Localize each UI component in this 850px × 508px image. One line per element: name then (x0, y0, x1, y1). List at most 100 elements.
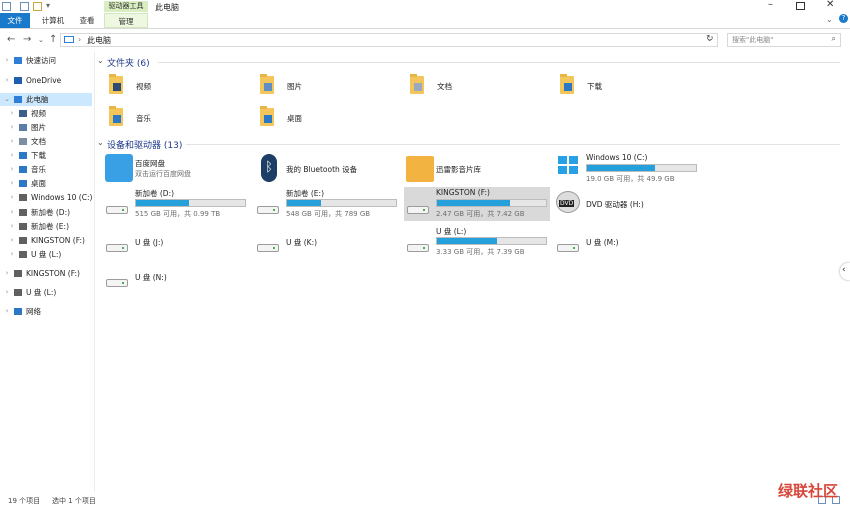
devices-section-header[interactable]: 设备和驱动器 (13) (107, 138, 182, 151)
recent-locations-icon[interactable]: ⌄ (38, 34, 44, 46)
properties-icon[interactable] (20, 2, 29, 11)
close-button[interactable]: ✕ (826, 0, 834, 10)
nav-item[interactable]: › 下载 (0, 149, 92, 162)
device-tile[interactable]: U 盘 (J:) (103, 225, 249, 259)
side-panel-toggle[interactable]: ‹ (840, 263, 850, 280)
search-icon[interactable]: ⌕ (832, 34, 836, 44)
device-tile[interactable]: Windows 10 (C:) 19.0 GB 可用，共 49.9 GB (554, 152, 700, 186)
chevron-right-icon[interactable]: › (8, 177, 16, 190)
device-tile[interactable]: KINGSTON (F:) 2.47 GB 可用，共 7.42 GB (404, 187, 550, 221)
device-tile[interactable]: 新加卷 (D:) 515 GB 可用，共 0.99 TB (103, 187, 249, 221)
nav-item[interactable]: › 网络 (0, 305, 92, 318)
tab-view[interactable]: 查看 (74, 13, 100, 28)
nav-item[interactable]: › 音乐 (0, 163, 92, 176)
up-button[interactable]: ↑ (49, 34, 57, 46)
device-tile[interactable]: U 盘 (M:) (554, 225, 700, 259)
nav-item[interactable]: › 新加卷 (D:) (0, 206, 92, 219)
nav-item-label: KINGSTON (F:) (31, 236, 85, 245)
nav-item[interactable]: › KINGSTON (F:) (0, 234, 92, 247)
chevron-right-icon[interactable]: › (8, 135, 16, 148)
device-tile[interactable]: DVD DVD 驱动器 (H:) (554, 187, 700, 221)
minimize-button[interactable]: – (768, 0, 773, 10)
drive-icon (19, 223, 27, 230)
capacity-bar-fill (437, 238, 497, 244)
device-subtext: 3.33 GB 可用，共 7.39 GB (436, 248, 525, 256)
forward-button[interactable]: → (23, 34, 31, 46)
chevron-right-icon[interactable]: › (3, 74, 11, 87)
chevron-right-icon[interactable]: › (8, 220, 16, 233)
usb-drive-icon (106, 279, 128, 287)
nav-item[interactable]: ⌄ 此电脑 (0, 93, 92, 106)
chevron-right-icon[interactable]: › (8, 248, 16, 261)
device-tile[interactable]: U 盘 (N:) (103, 260, 249, 294)
folder-tile[interactable]: 音乐 (107, 104, 247, 132)
desktop-folder-icon (19, 180, 27, 187)
tab-computer[interactable]: 计算机 (36, 13, 70, 28)
nav-item[interactable]: › 视频 (0, 107, 92, 120)
nav-item-label: 音乐 (31, 165, 46, 174)
usb-drive-icon (557, 244, 579, 252)
chevron-right-icon[interactable]: › (8, 191, 16, 204)
selected-count: 选中 1 个项目 (52, 497, 96, 505)
window-icon[interactable] (2, 2, 11, 11)
nav-item[interactable]: › 快速访问 (0, 54, 92, 67)
chevron-right-icon[interactable]: › (3, 267, 11, 280)
nav-item[interactable]: › 新加卷 (E:) (0, 220, 92, 233)
chevron-right-icon[interactable]: › (8, 163, 16, 176)
help-button[interactable]: ? (839, 14, 848, 23)
chevron-right-icon[interactable]: › (3, 305, 11, 318)
address-bar[interactable]: › 此电脑 ⌄ (60, 33, 718, 47)
device-tile[interactable]: ᛒ 我的 Bluetooth 设备 (254, 152, 400, 186)
nav-item[interactable]: › Windows 10 (C:) (0, 191, 93, 204)
nav-item[interactable]: › 桌面 (0, 177, 92, 190)
nav-item[interactable]: › U 盘 (L:) (0, 248, 92, 261)
search-input[interactable]: 搜索"此电脑" ⌕ (727, 33, 841, 47)
nav-item-label: 此电脑 (26, 95, 49, 104)
tab-manage[interactable]: 管理 (104, 13, 148, 28)
expand-ribbon-icon[interactable]: ⌄ (826, 15, 833, 24)
nav-item[interactable]: › KINGSTON (F:) (0, 267, 92, 280)
device-tile[interactable]: U 盘 (K:) (254, 225, 400, 259)
chevron-right-icon[interactable]: › (3, 54, 11, 67)
refresh-button[interactable]: ↻ (706, 34, 714, 44)
drive-tools-context-label: 驱动器工具 (104, 1, 148, 12)
usb-drive-icon (106, 244, 128, 252)
folders-section-header[interactable]: 文件夹 (6) (107, 56, 150, 69)
new-folder-icon[interactable] (33, 2, 42, 11)
chevron-right-icon[interactable]: › (8, 121, 16, 134)
nav-item[interactable]: › 图片 (0, 121, 92, 134)
back-button[interactable]: ← (7, 34, 15, 46)
device-tile[interactable]: 新加卷 (E:) 548 GB 可用，共 789 GB (254, 187, 400, 221)
devices-section-chevron[interactable]: ⌄ (97, 138, 104, 147)
baidu-netdisk-icon (105, 154, 133, 182)
maximize-button[interactable] (796, 2, 805, 10)
chevron-down-icon[interactable]: ⌄ (3, 93, 11, 106)
folder-tile[interactable]: 视频 (107, 72, 247, 100)
device-tile[interactable]: U 盘 (L:) 3.33 GB 可用，共 7.39 GB (404, 225, 550, 259)
folder-tile[interactable]: 文档 (408, 72, 548, 100)
nav-item[interactable]: › U 盘 (L:) (0, 286, 92, 299)
device-tile[interactable]: 迅雷影音片库 (404, 152, 550, 186)
folder-tile[interactable]: 桌面 (258, 104, 398, 132)
quick-access-dropdown-icon[interactable]: ▾ (46, 1, 50, 10)
device-name: 迅雷影音片库 (436, 165, 481, 174)
chevron-right-icon[interactable]: › (8, 107, 16, 120)
folders-section-chevron[interactable]: ⌄ (97, 56, 104, 65)
chevron-right-icon[interactable]: › (8, 149, 16, 162)
folder-tile[interactable]: 图片 (258, 72, 398, 100)
chevron-right-icon[interactable]: › (8, 206, 16, 219)
cloud-icon (14, 77, 22, 84)
device-subtext: 双击运行百度网盘 (135, 170, 191, 178)
tab-file[interactable]: 文件 (0, 13, 30, 28)
usb-drive-icon (19, 237, 27, 244)
chevron-right-icon[interactable]: › (8, 234, 16, 247)
device-subtext: 548 GB 可用，共 789 GB (286, 210, 371, 218)
folder-tile[interactable]: 下载 (558, 72, 698, 100)
device-tile[interactable]: 百度网盘 双击运行百度网盘 (103, 152, 249, 186)
breadcrumb-this-pc[interactable]: 此电脑 (87, 35, 111, 46)
device-name: 新加卷 (D:) (135, 189, 175, 198)
nav-item[interactable]: › 文档 (0, 135, 92, 148)
chevron-right-icon[interactable]: › (3, 286, 11, 299)
nav-item[interactable]: › OneDrive (0, 74, 92, 87)
device-name: 我的 Bluetooth 设备 (286, 165, 358, 174)
